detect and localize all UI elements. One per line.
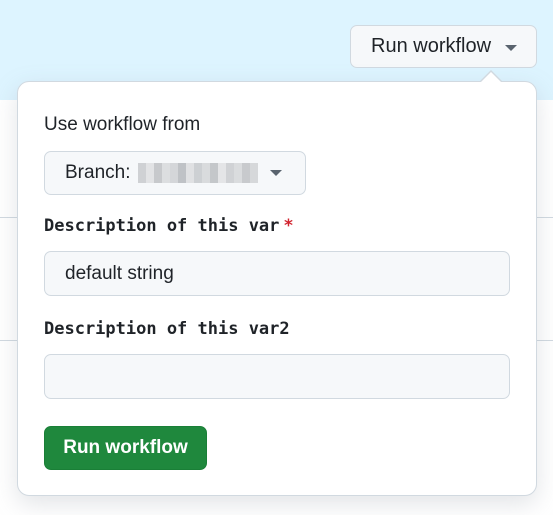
field-label-var: Description of this var * <box>44 216 294 236</box>
var-input[interactable] <box>44 251 510 296</box>
triangle-down-icon <box>270 170 283 176</box>
run-workflow-popover: Use workflow from Branch: Description of… <box>17 81 537 496</box>
redacted-branch-name <box>138 163 259 183</box>
field-label-var2: Description of this var2 <box>44 319 290 339</box>
popover-arrow-fill <box>480 72 502 83</box>
run-workflow-dropdown-label: Run workflow <box>371 35 492 57</box>
branch-select-button[interactable]: Branch: <box>44 151 306 195</box>
field-label-var-text: Description of this var <box>44 216 280 236</box>
run-workflow-submit-button[interactable]: Run workflow <box>44 426 207 470</box>
var2-input[interactable] <box>44 354 510 399</box>
triangle-down-icon <box>505 44 518 51</box>
required-indicator: * <box>283 216 294 236</box>
popover-heading: Use workflow from <box>44 114 201 135</box>
branch-label: Branch: <box>65 162 131 183</box>
run-workflow-dropdown-button[interactable]: Run workflow <box>350 25 537 68</box>
page: Run workflow Use workflow from Branch: D… <box>0 0 553 515</box>
